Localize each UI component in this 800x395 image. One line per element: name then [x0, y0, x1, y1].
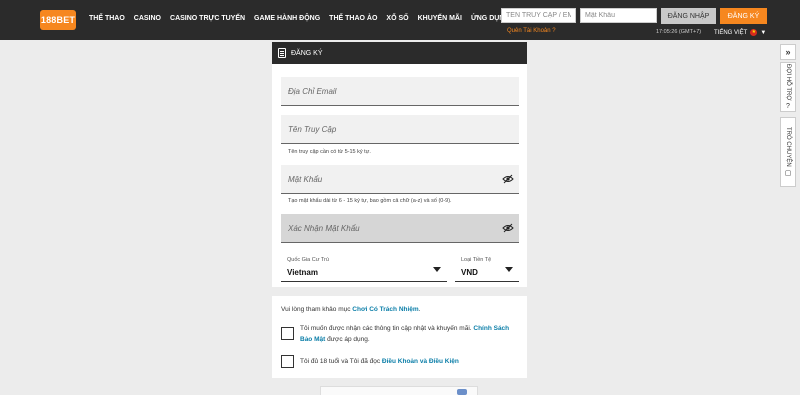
clock-display: 17:05:26 (GMT+7)	[656, 29, 702, 35]
country-label: Quốc Gia Cư Trú	[287, 257, 329, 263]
nav-item-live-casino[interactable]: CASINO TRỰC TUYẾN	[170, 15, 245, 22]
promo-opt-in-checkbox[interactable]	[281, 327, 294, 340]
language-selector[interactable]: TIẾNG VIỆT ★ ▼	[714, 29, 766, 36]
age-text: Tôi đủ 18 tuổi và Tôi đã đọc	[300, 358, 382, 365]
eye-slash-icon[interactable]	[502, 174, 514, 184]
login-username-input[interactable]	[501, 8, 576, 23]
eye-slash-icon[interactable]	[502, 223, 514, 233]
registration-header: ĐĂNG KÝ	[272, 42, 527, 64]
responsible-gaming-note: Vui lòng tham khảo mục Chơi Có Trách Nhi…	[281, 306, 421, 313]
language-label: TIẾNG VIỆT	[714, 29, 748, 36]
nav-item-lottery[interactable]: XỔ SỐ	[386, 15, 408, 22]
forgot-account-link[interactable]: Quên Tài Khoản ?	[507, 28, 556, 34]
country-select[interactable]: Quốc Gia Cư Trú Vietnam	[281, 253, 447, 282]
registration-title: ĐĂNG KÝ	[291, 49, 323, 57]
main-nav: THỂ THAO CASINO CASINO TRỰC TUYẾN GAME H…	[89, 15, 510, 22]
promo-suffix: được áp dụng.	[325, 336, 370, 343]
nav-item-sports[interactable]: THỂ THAO	[89, 15, 125, 22]
chat-icon: ▢	[784, 170, 792, 178]
caret-down-icon	[433, 267, 441, 272]
help-tab-label: ĐỢI HỖ TRỢ	[785, 63, 791, 101]
vietnam-flag-icon: ★	[750, 29, 758, 36]
promo-text: Tôi muốn được nhận các thông tin cập nhậ…	[300, 325, 474, 332]
header-register-button[interactable]: ĐĂNG KÝ	[720, 8, 767, 24]
help-tab[interactable]: ĐỢI HỖ TRỢ ?	[780, 62, 796, 112]
login-password-input[interactable]	[580, 8, 657, 23]
chat-tab-label: TRÒ CHUYỆN	[785, 126, 791, 167]
captcha-widget[interactable]	[320, 386, 478, 395]
promo-opt-in-text: Tôi muốn được nhận các thông tin cập nhậ…	[300, 323, 520, 345]
note-text: Vui lòng tham khảo mục	[281, 306, 353, 313]
caret-down-icon	[505, 267, 513, 272]
nav-item-casino[interactable]: CASINO	[134, 15, 161, 22]
nav-item-action-games[interactable]: GAME HÀNH ĐỘNG	[254, 15, 320, 22]
username-field[interactable]	[281, 115, 519, 144]
nav-item-virtual-sports[interactable]: THỂ THAO ẢO	[329, 15, 377, 22]
currency-value: VND	[461, 268, 478, 277]
help-icon: ?	[786, 103, 790, 111]
top-navigation-bar: 188BET THỂ THAO CASINO CASINO TRỰC TUYẾN…	[0, 0, 800, 40]
password-field[interactable]	[281, 165, 519, 194]
captcha-logo-icon	[457, 389, 467, 395]
chevron-down-icon: ▼	[760, 29, 767, 36]
age-terms-text: Tôi đủ 18 tuổi và Tôi đã đọc Điều Khoản …	[300, 356, 520, 367]
note-suffix: .	[418, 306, 421, 313]
login-button[interactable]: ĐĂNG NHẬP	[661, 8, 716, 24]
username-hint: Tên truy cập cần có từ 5-15 ký tự.	[288, 149, 371, 155]
confirm-password-field[interactable]	[281, 214, 519, 243]
responsible-gaming-link[interactable]: Chơi Có Trách Nhiệm	[352, 306, 418, 313]
brand-logo[interactable]: 188BET	[40, 10, 76, 30]
nav-item-promotions[interactable]: KHUYẾN MÃI	[418, 15, 462, 22]
collapse-sidebar-button[interactable]: »	[780, 44, 796, 60]
country-value: Vietnam	[287, 268, 318, 277]
password-hint: Tạo mật khẩu dài từ 6 - 15 ký tự, bao gồ…	[288, 198, 452, 204]
document-icon	[278, 48, 286, 58]
email-field[interactable]	[281, 77, 519, 106]
consent-panel: Vui lòng tham khảo mục Chơi Có Trách Nhi…	[272, 296, 527, 378]
terms-link[interactable]: Điều Khoản và Điều Kiện	[382, 358, 459, 365]
currency-label: Loại Tiền Tệ	[461, 257, 492, 263]
registration-panel: ĐĂNG KÝ Tên truy cập cần có từ 5-15 ký t…	[272, 42, 527, 287]
chat-tab[interactable]: TRÒ CHUYỆN ▢	[780, 117, 796, 187]
currency-select[interactable]: Loại Tiền Tệ VND	[455, 253, 519, 282]
age-terms-checkbox[interactable]	[281, 355, 294, 368]
